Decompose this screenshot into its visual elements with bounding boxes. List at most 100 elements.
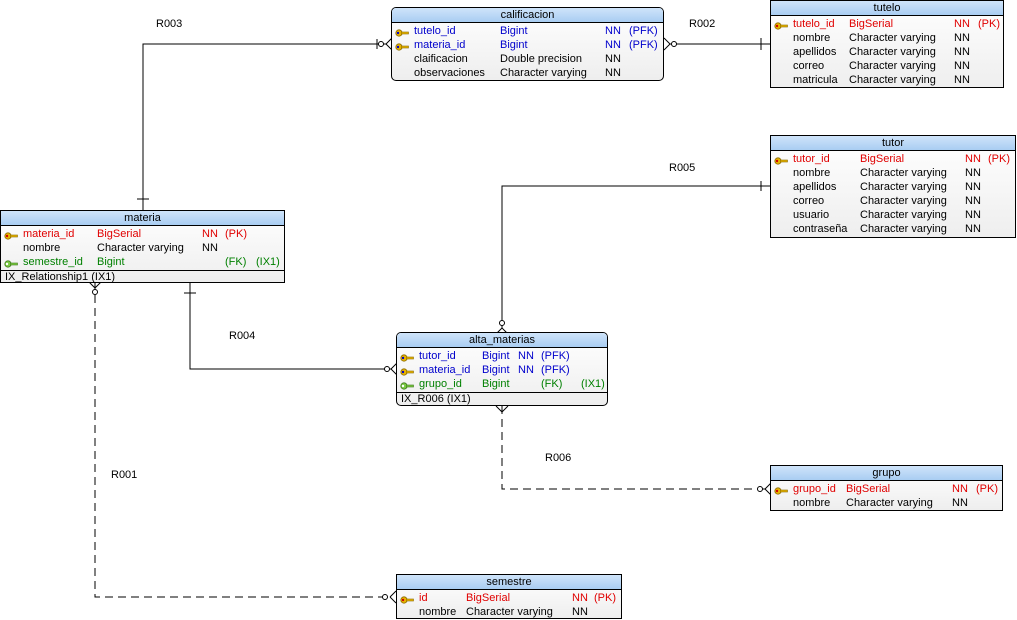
- attribute-nn: NN: [965, 223, 981, 235]
- attribute-row[interactable]: nombre Character varying NN: [397, 605, 621, 619]
- attribute-type: BigSerial: [97, 228, 142, 240]
- attribute-type: Bigint: [482, 378, 510, 390]
- attribute-key: (PK): [978, 18, 1000, 30]
- attribute-key: (FK): [225, 256, 247, 268]
- primary-key-icon: [774, 485, 788, 495]
- attribute-nn: NN: [605, 39, 621, 51]
- attribute-nn: NN: [954, 32, 970, 44]
- attribute-list: grupo_id BigSerial NN (PK) nombre Character v…: [771, 481, 1002, 511]
- attribute-nn: NN: [965, 195, 981, 207]
- attribute-key: (PK): [594, 592, 616, 604]
- attribute-nn: NN: [605, 25, 621, 37]
- attribute-nn: NN: [954, 74, 970, 86]
- foreign-key-icon: [400, 380, 414, 390]
- attribute-type: Character varying: [849, 46, 936, 58]
- attribute-row[interactable]: matricula Character varying NN: [771, 73, 1003, 87]
- attribute-row[interactable]: nombre Character varying NN: [771, 496, 1002, 510]
- attribute-row[interactable]: tutor_id BigSerial NN (PK): [771, 152, 1015, 166]
- attribute-row[interactable]: correo Character varying NN: [771, 59, 1003, 73]
- entity-grupo[interactable]: grupo grupo_id BigSerial NN (PK) nombre Charac…: [770, 465, 1003, 511]
- entity-tutelo[interactable]: tutelo tutelo_id BigSerial NN (PK) nombre Char…: [770, 0, 1004, 88]
- attribute-list: materia_id BigSerial NN (PK) nombre Character…: [1, 226, 284, 270]
- attribute-row[interactable]: nombre Character varying NN: [771, 31, 1003, 45]
- attribute-nn: NN: [954, 18, 970, 30]
- attribute-row[interactable]: grupo_id BigSerial NN (PK): [771, 482, 1002, 496]
- relationship-r003-line[interactable]: [137, 37, 393, 210]
- attribute-type: Character varying: [860, 223, 947, 235]
- entity-semestre[interactable]: semestre id BigSerial NN (PK) nombre Character…: [396, 574, 622, 619]
- attribute-row[interactable]: nombre Character varying NN: [1, 241, 284, 255]
- attribute-row[interactable]: grupo_id Bigint (FK) (IX1): [397, 377, 607, 391]
- attribute-idx: (IX1): [256, 256, 280, 268]
- attribute-row[interactable]: tutelo_id Bigint NN (PFK): [392, 24, 663, 38]
- attribute-nn: NN: [572, 606, 588, 618]
- entity-title: grupo: [771, 466, 1002, 481]
- entity-title: calificacion: [392, 8, 663, 23]
- attribute-type: Character varying: [97, 242, 184, 254]
- attribute-key: (PFK): [541, 350, 570, 362]
- attribute-type: Character varying: [846, 497, 933, 509]
- relationship-label-r006: R006: [545, 452, 572, 464]
- attribute-type: Character varying: [500, 67, 587, 79]
- attribute-list: tutelo_id Bigint NN (PFK) materia_id Bigint NN…: [392, 23, 663, 81]
- relationship-label-r003: R003: [156, 18, 183, 30]
- attribute-row[interactable]: claificacion Double precision NN: [392, 52, 663, 66]
- attribute-nn: NN: [518, 364, 534, 376]
- entity-materia[interactable]: materia materia_id BigSerial NN (PK) nombre Ch…: [0, 210, 285, 283]
- attribute-type: Character varying: [466, 606, 553, 618]
- attribute-row[interactable]: materia_id Bigint NN (PFK): [397, 363, 607, 377]
- entity-alta-materias[interactable]: alta_materias tutor_id Bigint NN (PFK) materi…: [396, 332, 608, 406]
- entity-title: tutelo: [771, 1, 1003, 16]
- attribute-row[interactable]: apellidos Character varying NN: [771, 45, 1003, 59]
- attribute-name: observaciones: [414, 67, 485, 79]
- attribute-row[interactable]: apellidos Character varying NN: [771, 180, 1015, 194]
- relationship-r004-line[interactable]: [184, 282, 398, 376]
- attribute-row[interactable]: contraseña Character varying NN: [771, 222, 1015, 236]
- attribute-key: (FK): [541, 378, 563, 390]
- attribute-type: Character varying: [860, 209, 947, 221]
- relationship-r002-line[interactable]: [663, 37, 770, 51]
- relationship-r005-line[interactable]: [495, 181, 770, 335]
- attribute-name: grupo_id: [793, 483, 836, 495]
- attribute-name: materia_id: [414, 39, 466, 51]
- relationship-r006-line[interactable]: [495, 405, 772, 496]
- attribute-row[interactable]: correo Character varying NN: [771, 194, 1015, 208]
- primary-key-icon: [774, 20, 788, 30]
- attribute-name: semestre_id: [23, 256, 83, 268]
- index-row: IX_R006 (IX1): [397, 392, 607, 406]
- attribute-name: correo: [793, 60, 825, 72]
- attribute-list: tutor_id Bigint NN (PFK) materia_id Bigint NN (…: [397, 348, 607, 392]
- attribute-row[interactable]: nombre Character varying NN: [771, 166, 1015, 180]
- relationship-label-r001: R001: [111, 469, 138, 481]
- attribute-nn: NN: [605, 53, 621, 65]
- entity-calificacion[interactable]: calificacion tutelo_id Bigint NN (PFK) materi…: [391, 7, 664, 81]
- attribute-row[interactable]: tutor_id Bigint NN (PFK): [397, 349, 607, 363]
- attribute-row[interactable]: tutelo_id BigSerial NN (PK): [771, 17, 1003, 31]
- attribute-type: Bigint: [482, 350, 510, 362]
- attribute-row[interactable]: observaciones Character varying NN: [392, 66, 663, 80]
- attribute-row[interactable]: id BigSerial NN (PK): [397, 591, 621, 605]
- relationship-label-r005: R005: [669, 162, 696, 174]
- attribute-type: Bigint: [500, 25, 528, 37]
- attribute-row[interactable]: materia_id Bigint NN (PFK): [392, 38, 663, 52]
- attribute-name: nombre: [793, 497, 831, 509]
- attribute-type: BigSerial: [849, 18, 894, 30]
- attribute-name: nombre: [793, 32, 831, 44]
- attribute-row[interactable]: semestre_id Bigint (FK) (IX1): [1, 255, 284, 269]
- attribute-nn: NN: [202, 228, 218, 240]
- attribute-key: (PFK): [541, 364, 570, 376]
- attribute-name: tutelo_id: [793, 18, 835, 30]
- attribute-type: Bigint: [500, 39, 528, 51]
- attribute-nn: NN: [954, 46, 970, 58]
- attribute-nn: NN: [965, 167, 981, 179]
- relationship-label-r004: R004: [229, 330, 256, 342]
- attribute-key: (PK): [988, 153, 1010, 165]
- attribute-nn: NN: [952, 483, 968, 495]
- attribute-name: contraseña: [793, 223, 848, 235]
- attribute-row[interactable]: usuario Character varying NN: [771, 208, 1015, 222]
- attribute-type: BigSerial: [860, 153, 905, 165]
- entity-tutor[interactable]: tutor tutor_id BigSerial NN (PK) nombre Charac…: [770, 135, 1016, 238]
- attribute-name: tutor_id: [793, 153, 830, 165]
- attribute-name: apellidos: [793, 46, 837, 58]
- attribute-row[interactable]: materia_id BigSerial NN (PK): [1, 227, 284, 241]
